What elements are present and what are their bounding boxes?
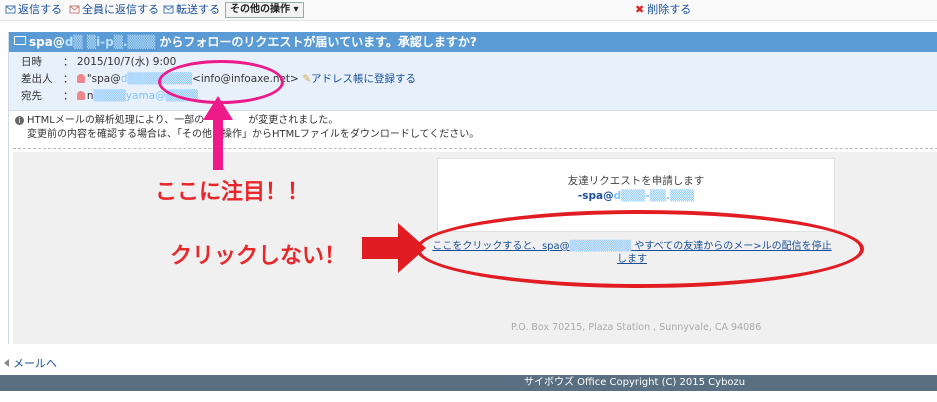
person-icon — [76, 91, 85, 100]
subject-bar: spa@d▒ ▒i-p▒.▒▒▒ からフォローのリクエストが届いています。承認し… — [9, 32, 937, 52]
other-actions-dropdown[interactable]: その他の操作 ▾ — [225, 2, 304, 18]
reply-all-icon — [69, 5, 80, 14]
date-row: 日時： 2015/10/7(水) 9:00 — [21, 56, 177, 68]
forward-button[interactable]: 転送する — [163, 3, 220, 17]
annotation-dont-click-text: クリックしない！ — [170, 244, 347, 269]
envelope-icon — [14, 36, 26, 45]
annotation-focus-text: ここに注目！！ — [155, 180, 310, 205]
html-notice: i HTMLメールの解析処理により、一部の が変更されました。 変更前の内容を確認す… — [13, 114, 937, 149]
reply-button[interactable]: 返信する — [5, 3, 62, 17]
info-icon: i — [15, 116, 24, 125]
card-email: -spa@d▒▒▒-▒▒.▒▒▒ — [577, 190, 695, 202]
footer-bar: サイボウズ Office Copyright (C) 2015 Cybozu — [0, 375, 937, 391]
reply-all-button[interactable]: 全員に返信する — [69, 3, 159, 17]
back-to-mail-link[interactable]: メールへ — [4, 357, 57, 371]
mail-toolbar: 返信する 全員に返信する 転送する その他の操作 ▾ ✖ 削除する — [0, 0, 937, 21]
forward-icon — [163, 5, 174, 14]
add-to-address-book-link[interactable]: アドレス帳に登録する — [311, 73, 416, 85]
highlight-ellipse-unsubscribe — [416, 210, 864, 288]
postal-address: P.O. Box 70215, Plaza Station , Sunnyval… — [511, 322, 762, 333]
person-icon — [76, 74, 85, 83]
pencil-icon: ✎ — [302, 73, 312, 85]
mail-view: spa@d▒ ▒i-p▒.▒▒▒ からフォローのリクエストが届いています。承認し… — [8, 32, 937, 344]
delete-button[interactable]: ✖ 削除する — [635, 3, 691, 17]
delete-icon: ✖ — [635, 3, 645, 16]
copyright-text: サイボウズ Office Copyright (C) 2015 Cybozu — [524, 377, 746, 388]
redacted-text: d▒ ▒i-p▒.▒▒▒ — [64, 35, 156, 49]
chevron-left-icon — [4, 359, 9, 367]
redacted-text: ▒▒▒▒yama@ — [93, 90, 166, 102]
chevron-down-icon: ▾ — [293, 4, 299, 15]
up-arrow-icon — [203, 96, 233, 170]
mail-meta: 日時： 2015/10/7(水) 9:00 差出人： "spa@d▒▒▒▒▒▒▒… — [9, 52, 937, 111]
reply-icon — [5, 5, 16, 14]
